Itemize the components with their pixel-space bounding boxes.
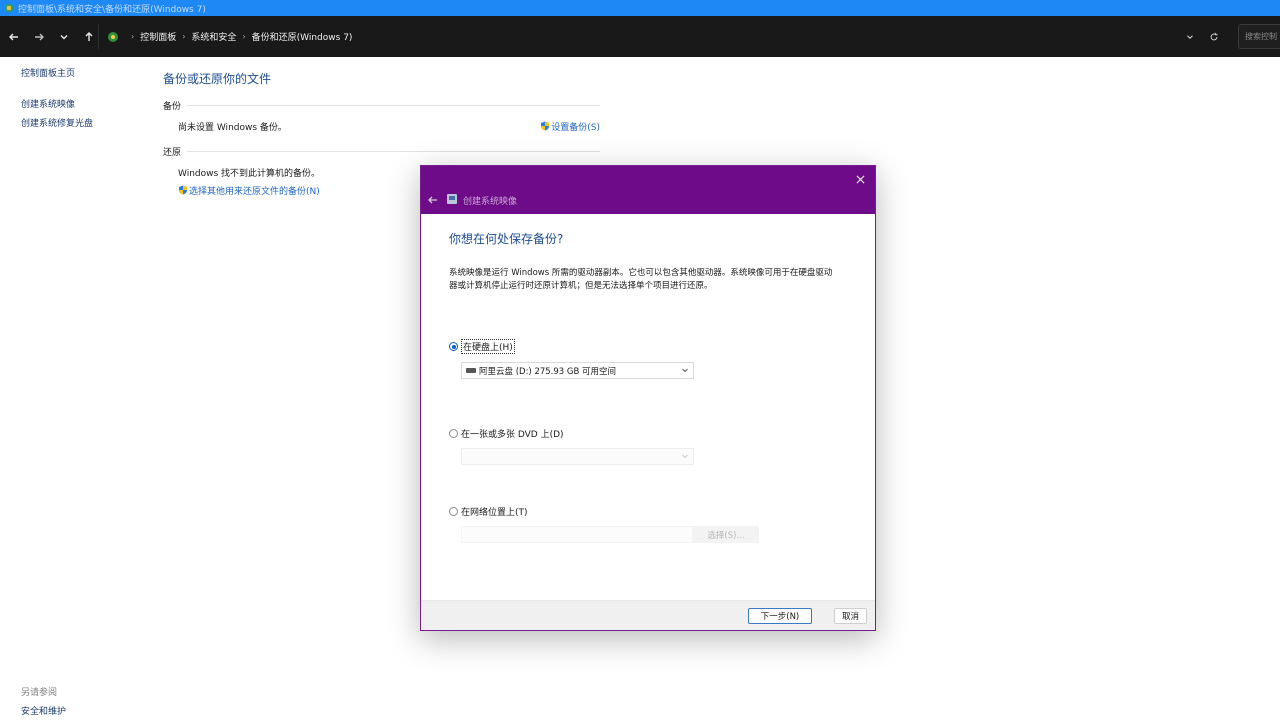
section-divider bbox=[187, 151, 600, 152]
search-placeholder: 搜索控制 bbox=[1245, 32, 1277, 41]
breadcrumb-control-panel[interactable]: 控制面板 bbox=[140, 30, 176, 43]
dialog-close-button[interactable] bbox=[853, 172, 867, 186]
chevron-down-icon bbox=[1187, 34, 1193, 39]
control-panel-icon bbox=[5, 4, 13, 12]
left-link-create-repair-disc[interactable]: 创建系统修复光盘 bbox=[21, 116, 93, 129]
harddisk-drive-select[interactable]: 阿里云盘 (D:) 275.93 GB 可用空间 bbox=[461, 362, 694, 379]
window-title: 控制面板\系统和安全\备份和还原(Windows 7) bbox=[18, 4, 206, 15]
arrow-left-icon bbox=[9, 33, 18, 40]
backup-app-icon bbox=[447, 194, 457, 204]
see-also-heading: 另请参阅 bbox=[21, 688, 58, 698]
left-link-create-system-image[interactable]: 创建系统映像 bbox=[21, 97, 93, 110]
harddisk-drive-value: 阿里云盘 (D:) 275.93 GB 可用空间 bbox=[479, 366, 617, 377]
chevron-down-icon bbox=[60, 34, 68, 39]
harddisk-radio[interactable] bbox=[449, 342, 458, 351]
cancel-button[interactable]: 取消 bbox=[834, 608, 867, 624]
chevron-down-icon bbox=[682, 368, 688, 373]
dialog-question: 你想在何处保存备份? bbox=[449, 232, 564, 246]
breadcrumb-backup-restore[interactable]: 备份和还原(Windows 7) bbox=[252, 30, 353, 43]
select-other-backup-link[interactable]: 选择其他用来还原文件的备份(N) bbox=[178, 184, 320, 197]
restore-status-text: Windows 找不到此计算机的备份。 bbox=[178, 169, 321, 179]
network-location-row: 选择(S)... bbox=[461, 526, 849, 543]
uac-shield-icon bbox=[541, 121, 550, 131]
backup-heading-text: 备份 bbox=[163, 102, 182, 112]
address-toolbar: › 控制面板 › 系统和安全 › 备份和还原(Windows 7) 搜索控制 bbox=[0, 16, 1280, 57]
section-divider bbox=[187, 105, 600, 106]
option-network[interactable]: 在网络位置上(T) bbox=[449, 505, 849, 518]
harddisk-label[interactable]: 在硬盘上(H) bbox=[461, 339, 515, 354]
breadcrumb-separator-icon: › bbox=[131, 32, 135, 41]
create-system-image-dialog: 创建系统映像 你想在何处保存备份? 系统映像是运行 Windows 所需的驱动器… bbox=[420, 165, 876, 631]
page-title: 备份或还原你的文件 bbox=[163, 72, 272, 86]
dvd-radio[interactable] bbox=[449, 429, 458, 438]
network-label[interactable]: 在网络位置上(T) bbox=[461, 505, 528, 518]
backup-section-heading: 备份 bbox=[163, 99, 600, 112]
arrow-left-icon bbox=[428, 196, 437, 204]
back-button[interactable] bbox=[3, 26, 25, 48]
dialog-footer: 下一步(N) 取消 bbox=[421, 600, 875, 630]
control-panel-icon bbox=[108, 31, 118, 42]
next-button[interactable]: 下一步(N) bbox=[748, 608, 812, 624]
dialog-body: 你想在何处保存备份? 系统映像是运行 Windows 所需的驱动器副本。它也可以… bbox=[449, 230, 849, 543]
close-icon bbox=[856, 175, 864, 183]
network-radio[interactable] bbox=[449, 507, 458, 516]
address-dropdown-button[interactable] bbox=[1184, 31, 1196, 43]
option-harddisk[interactable]: 在硬盘上(H) bbox=[449, 339, 849, 354]
left-link-security-maintenance[interactable]: 安全和维护 bbox=[21, 704, 66, 717]
choose-network-button: 选择(S)... bbox=[693, 526, 759, 543]
setup-backup-link[interactable]: 设置备份(S) bbox=[540, 120, 600, 133]
breadcrumb-separator-icon: › bbox=[242, 32, 246, 41]
restore-heading-text: 还原 bbox=[163, 148, 182, 158]
address-bar[interactable]: › 控制面板 › 系统和安全 › 备份和还原(Windows 7) bbox=[98, 24, 1230, 49]
dvd-label[interactable]: 在一张或多张 DVD 上(D) bbox=[461, 427, 564, 440]
select-other-backup-label: 选择其他用来还原文件的备份(N) bbox=[189, 187, 320, 197]
option-dvd[interactable]: 在一张或多张 DVD 上(D) bbox=[449, 427, 849, 440]
dvd-drive-select bbox=[461, 448, 694, 465]
dialog-header: 创建系统映像 bbox=[421, 166, 875, 214]
setup-backup-label: 设置备份(S) bbox=[551, 123, 600, 133]
breadcrumb-system-security[interactable]: 系统和安全 bbox=[191, 30, 236, 43]
dialog-back-button[interactable] bbox=[427, 194, 439, 206]
network-location-input bbox=[461, 526, 693, 543]
restore-section-heading: 还原 bbox=[163, 145, 600, 158]
refresh-button[interactable] bbox=[1208, 31, 1220, 43]
window-titlebar: 控制面板\系统和安全\备份和还原(Windows 7) bbox=[0, 0, 1280, 16]
uac-shield-icon bbox=[179, 185, 187, 195]
dialog-title: 创建系统映像 bbox=[463, 197, 518, 207]
up-button[interactable] bbox=[78, 26, 100, 48]
backup-status-text: 尚未设置 Windows 备份。 bbox=[178, 123, 287, 133]
backup-status-row: 尚未设置 Windows 备份。 设置备份(S) bbox=[163, 120, 600, 133]
search-input[interactable]: 搜索控制 bbox=[1238, 24, 1280, 49]
recent-locations-button[interactable] bbox=[53, 26, 75, 48]
refresh-icon bbox=[1210, 32, 1218, 40]
arrow-up-icon bbox=[85, 31, 93, 41]
dialog-description: 系统映像是运行 Windows 所需的驱动器副本。它也可以包含其他驱动器。系统映… bbox=[449, 268, 833, 291]
drive-icon bbox=[466, 368, 476, 373]
left-pane: 控制面板主页 创建系统映像 创建系统修复光盘 bbox=[21, 66, 93, 135]
left-link-control-panel-home[interactable]: 控制面板主页 bbox=[21, 66, 93, 79]
forward-button[interactable] bbox=[28, 26, 50, 48]
breadcrumb-separator-icon: › bbox=[182, 32, 186, 41]
see-also-section: 另请参阅 安全和维护 bbox=[21, 685, 66, 720]
arrow-right-icon bbox=[35, 33, 44, 40]
chevron-down-icon bbox=[682, 454, 688, 459]
